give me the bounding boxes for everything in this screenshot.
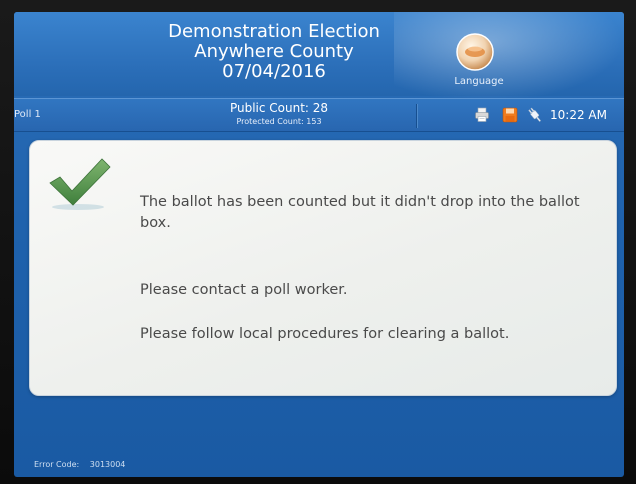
message-contact: Please contact a poll worker. <box>140 282 348 298</box>
error-code-label: Error Code: <box>34 460 80 469</box>
county-name: Anywhere County <box>194 41 354 62</box>
status-bar: Poll 1 Public Count: 28 Protected Count:… <box>14 98 624 132</box>
message-procedure: Please follow local procedures for clear… <box>140 326 510 342</box>
ballot-counts: Public Count: 28 Protected Count: 153 <box>194 101 364 127</box>
voting-screen: Demonstration Election Anywhere County 0… <box>14 12 624 477</box>
status-divider <box>416 104 417 128</box>
protected-count: Protected Count: 153 <box>236 117 322 126</box>
language-label: Language <box>454 76 504 87</box>
error-code: Error Code: 3013004 <box>34 460 125 469</box>
save-icon <box>502 107 518 123</box>
checkmark-icon <box>49 158 111 210</box>
monitor-bezel: Demonstration Election Anywhere County 0… <box>0 0 636 484</box>
election-date: 07/04/2016 <box>222 61 326 82</box>
error-code-value: 3013004 <box>89 460 126 469</box>
message-panel: The ballot has been counted but it didn'… <box>29 140 617 396</box>
public-count: Public Count: 28 <box>229 101 329 115</box>
election-name: Demonstration Election <box>168 21 380 42</box>
power-plug-icon <box>528 107 542 122</box>
poll-label: Poll 1 <box>14 109 41 120</box>
clock: 10:22 AM <box>550 108 607 122</box>
election-header: Demonstration Election Anywhere County 0… <box>14 12 624 102</box>
message-main: The ballot has been counted but it didn'… <box>140 194 580 231</box>
printer-icon <box>475 107 489 122</box>
election-title: Demonstration Election Anywhere County 0… <box>144 22 404 82</box>
language-button[interactable]: Language <box>444 32 514 94</box>
globe-icon <box>456 33 494 71</box>
